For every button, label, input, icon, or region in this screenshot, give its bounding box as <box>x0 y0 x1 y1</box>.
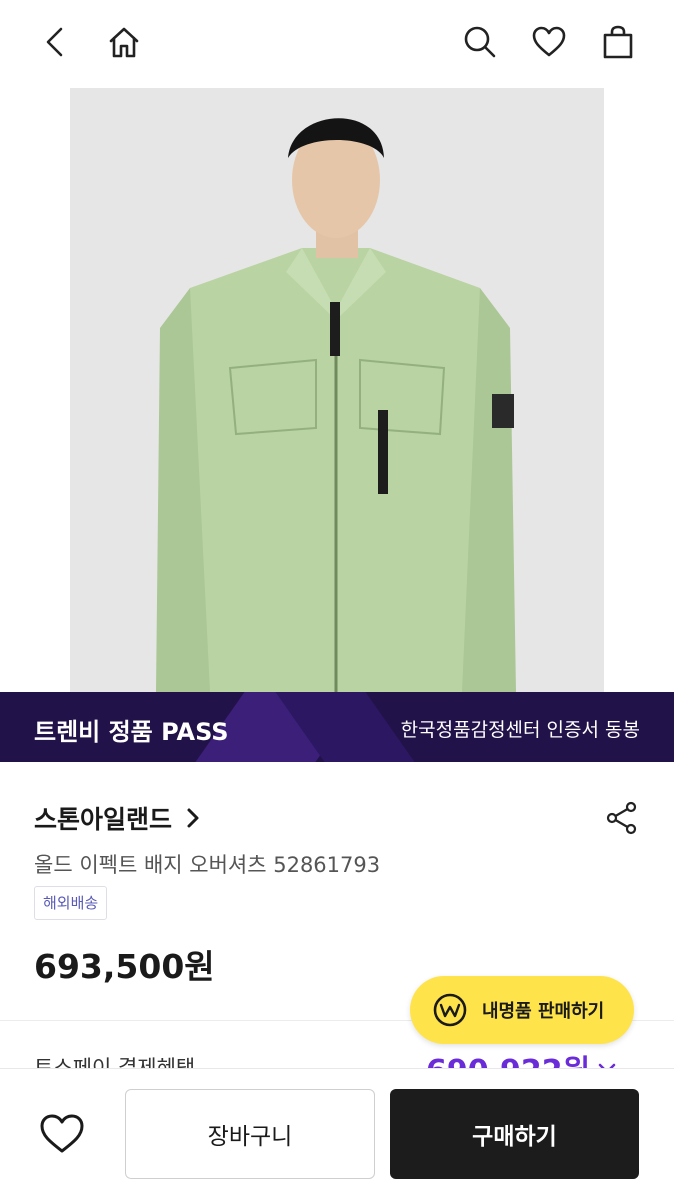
product-image[interactable] <box>70 88 604 692</box>
wishlist-heart-icon[interactable] <box>38 1111 86 1155</box>
product-name: 올드 이펙트 배지 오버셔츠 52861793 <box>34 853 381 877</box>
won-coin-icon <box>433 993 467 1027</box>
pass-description: 한국정품감정센터 인증서 동봉 <box>400 719 640 741</box>
add-to-cart-button[interactable]: 장바구니 <box>125 1089 375 1179</box>
shopping-bag-icon[interactable] <box>598 22 638 62</box>
chevron-right-icon <box>187 808 199 828</box>
bottom-action-bar: 장바구니 구매하기 <box>0 1068 674 1200</box>
search-icon[interactable] <box>460 22 500 62</box>
back-icon[interactable] <box>36 22 76 62</box>
sell-my-luxury-button[interactable]: 내명품 판매하기 <box>410 976 634 1044</box>
heart-icon[interactable] <box>529 22 569 62</box>
brand-link[interactable]: 스톤아일랜드 <box>34 800 204 836</box>
home-icon[interactable] <box>104 22 144 62</box>
brand-name: 스톤아일랜드 <box>34 805 173 834</box>
shipping-badge: 해외배송 <box>34 886 108 920</box>
authenticity-pass-banner[interactable]: 트렌비 정품 PASS 한국정품감정센터 인증서 동봉 <box>0 692 674 762</box>
share-icon[interactable] <box>604 800 640 836</box>
product-price: 693,500원 <box>34 947 215 986</box>
payment-benefit-row[interactable]: 토스페이 결제혜택 690,922원 <box>0 1040 674 1070</box>
pass-title: 트렌비 정품 PASS <box>34 718 229 746</box>
benefit-price: 690,922원 <box>426 1046 590 1070</box>
buy-now-button[interactable]: 구매하기 <box>390 1089 639 1179</box>
top-bar <box>0 0 674 88</box>
sell-button-label: 내명품 판매하기 <box>482 1001 605 1022</box>
